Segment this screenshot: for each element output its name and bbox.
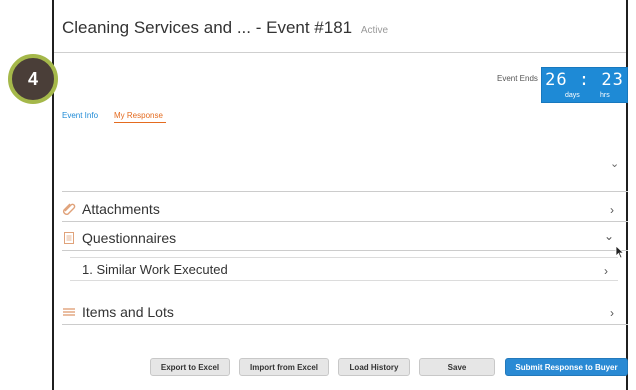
section-divider bbox=[62, 191, 628, 192]
section-attachments[interactable]: Attachments › bbox=[62, 197, 628, 221]
timer-digits: 26 : 23 bbox=[542, 70, 627, 90]
tab-event-info[interactable]: Event Info bbox=[62, 111, 98, 120]
section-questionnaires[interactable]: Questionnaires ⌄ bbox=[62, 226, 628, 250]
timer-separator: : bbox=[578, 70, 591, 90]
tab-my-response[interactable]: My Response bbox=[114, 111, 163, 120]
export-to-excel-button[interactable]: Export to Excel bbox=[150, 358, 230, 376]
import-from-excel-button[interactable]: Import from Excel bbox=[239, 358, 329, 376]
active-tab-indicator bbox=[114, 122, 166, 123]
timer-hours: 23 bbox=[601, 70, 624, 90]
event-title: Cleaning Services and ... - Event #181 bbox=[62, 18, 353, 37]
event-countdown-timer: 26 : 23 days hrs bbox=[541, 67, 628, 103]
timer-days: 26 bbox=[545, 70, 568, 90]
chevron-down-icon[interactable]: ⌄ bbox=[604, 229, 614, 243]
section-items-and-lots[interactable]: Items and Lots › bbox=[62, 300, 628, 324]
section-divider bbox=[62, 250, 628, 251]
questionnaire-item-label: 1. Similar Work Executed bbox=[82, 262, 228, 277]
chevron-down-icon[interactable]: ⌄ bbox=[610, 157, 619, 170]
chevron-right-icon[interactable]: › bbox=[610, 203, 614, 217]
page-title: Cleaning Services and ... - Event #181 A… bbox=[62, 18, 622, 38]
chevron-right-icon[interactable]: › bbox=[610, 306, 614, 320]
load-history-button[interactable]: Load History bbox=[338, 358, 410, 376]
submit-response-button[interactable]: Submit Response to Buyer bbox=[505, 358, 628, 376]
section-divider bbox=[62, 324, 628, 325]
event-status: Active bbox=[360, 25, 389, 36]
list-icon bbox=[63, 308, 75, 316]
step-number-badge: 4 bbox=[8, 54, 58, 104]
section-label: Attachments bbox=[82, 201, 160, 217]
save-button[interactable]: Save bbox=[419, 358, 495, 376]
section-label: Questionnaires bbox=[82, 230, 177, 246]
title-divider bbox=[54, 52, 626, 53]
chevron-right-icon[interactable]: › bbox=[604, 264, 608, 278]
mouse-cursor-icon bbox=[615, 245, 625, 259]
timer-days-unit: days bbox=[565, 92, 580, 99]
paperclip-icon bbox=[63, 203, 76, 215]
timer-hours-unit: hrs bbox=[600, 92, 610, 99]
event-ends-label: Event Ends bbox=[497, 74, 538, 83]
section-label: Items and Lots bbox=[82, 304, 174, 320]
section-divider bbox=[62, 221, 628, 222]
questionnaire-item[interactable]: 1. Similar Work Executed › bbox=[70, 257, 618, 281]
document-icon bbox=[64, 232, 74, 244]
event-window bbox=[52, 0, 628, 390]
